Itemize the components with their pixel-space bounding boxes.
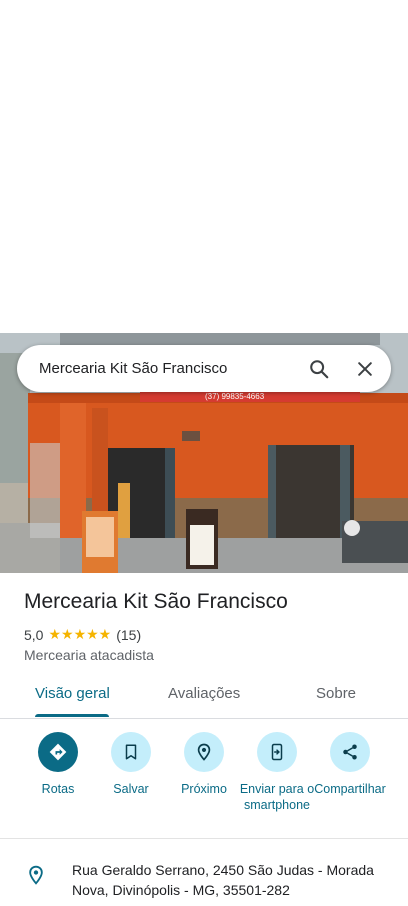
location-pin-icon [26, 864, 46, 891]
active-tab-indicator [35, 714, 109, 717]
star-rating: ★★★★★ [48, 626, 112, 642]
bookmark-icon [125, 744, 137, 760]
tab-overview[interactable]: Visão geral [35, 685, 110, 702]
tab-reviews[interactable]: Avaliações [168, 685, 240, 702]
rating-row[interactable]: 5,0 ★★★★★ (15) [24, 626, 141, 643]
search-bar[interactable]: Mercearia Kit São Francisco [17, 345, 391, 392]
nearby-circle [184, 732, 224, 772]
send-to-phone-circle [257, 732, 297, 772]
search-icon [310, 359, 329, 378]
nearby-button[interactable]: Próximo [163, 732, 245, 797]
share-button[interactable]: Compartilhar [308, 732, 392, 797]
place-title: Mercearia Kit São Francisco [24, 590, 288, 613]
share-label: Compartilhar [314, 782, 386, 796]
share-circle [330, 732, 370, 772]
save-label: Salvar [113, 782, 149, 796]
address-text: Rua Geraldo Serrano, 2450 São Judas - Mo… [72, 862, 374, 898]
directions-icon [49, 743, 67, 761]
tab-about[interactable]: Sobre [316, 685, 356, 702]
send-to-phone-button[interactable]: Enviar para o smartphone [236, 732, 318, 813]
nearby-label: Próximo [181, 782, 227, 796]
close-icon [358, 361, 372, 376]
clear-search-button[interactable] [345, 349, 385, 389]
search-button[interactable] [299, 349, 339, 389]
tab-bar: Visão geral Avaliações Sobre [0, 675, 408, 719]
place-category[interactable]: Mercearia atacadista [24, 647, 154, 663]
nearby-icon [197, 743, 211, 761]
save-circle [111, 732, 151, 772]
send-to-phone-label: Enviar para o smartphone [239, 782, 315, 812]
save-button[interactable]: Salvar [90, 732, 172, 797]
sign-phone-text: (37) 99835-4663 [205, 392, 265, 401]
share-icon [343, 744, 357, 760]
section-divider [0, 838, 408, 839]
directions-button[interactable]: Rotas [17, 732, 99, 797]
review-count: (15) [116, 626, 142, 643]
directions-circle [38, 732, 78, 772]
directions-label: Rotas [41, 782, 75, 796]
search-query[interactable]: Mercearia Kit São Francisco [39, 360, 299, 377]
action-bar: Rotas Salvar Próximo Enviar para o smart… [0, 732, 408, 838]
rating-value: 5,0 [24, 626, 44, 643]
send-to-phone-icon [271, 743, 283, 761]
